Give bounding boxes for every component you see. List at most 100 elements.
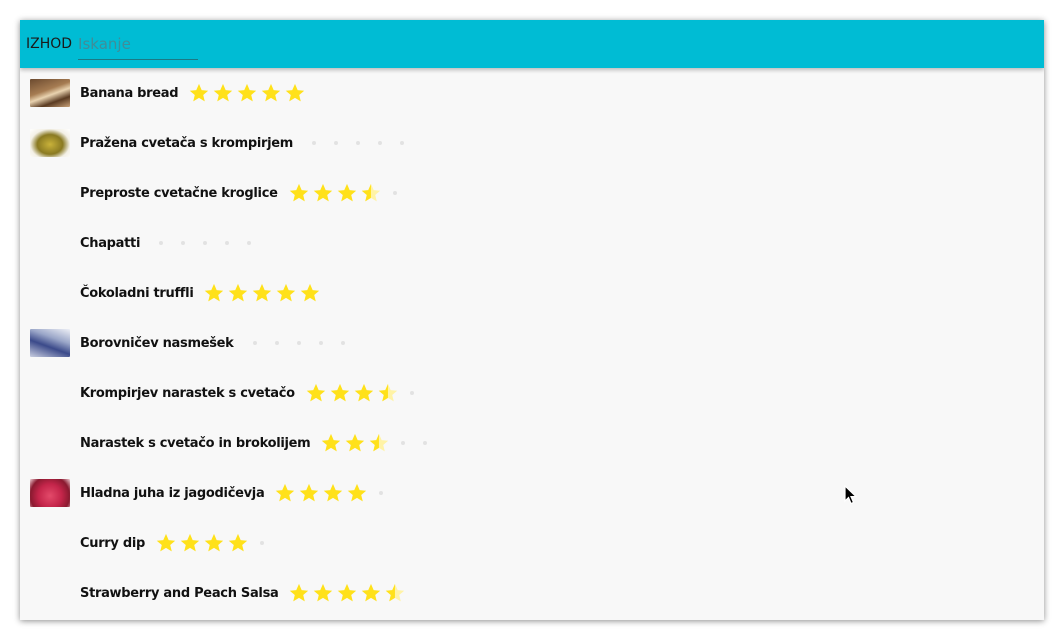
- star-full-icon: [312, 582, 334, 604]
- star-rating: [274, 482, 392, 504]
- star-rating: [203, 282, 323, 304]
- recipe-row[interactable]: Preproste cvetačne kroglice: [20, 168, 1044, 218]
- star-full-icon: [305, 382, 327, 404]
- recipe-row[interactable]: Strawberry and Peach Salsa: [20, 568, 1044, 618]
- star-empty-icon: [216, 232, 238, 254]
- star-rating: [188, 82, 308, 104]
- recipe-row[interactable]: Narastek s cvetačo in brokolijem: [20, 418, 1044, 468]
- star-full-icon: [298, 482, 320, 504]
- recipe-row[interactable]: Pražena cvetača s krompirjem: [20, 118, 1044, 168]
- recipe-name: Narastek s cvetačo in brokolijem: [80, 435, 311, 451]
- star-full-icon: [329, 382, 351, 404]
- exit-button[interactable]: IZHOD: [26, 36, 72, 52]
- recipe-name: Čokoladni truffli: [80, 285, 194, 301]
- recipe-name: Curry dip: [80, 535, 145, 551]
- star-rating: [303, 132, 413, 154]
- star-full-icon: [320, 432, 342, 454]
- star-empty-icon: [288, 332, 310, 354]
- star-empty-icon: [251, 532, 273, 554]
- star-full-icon: [288, 582, 310, 604]
- recipe-row[interactable]: Čokoladni truffli: [20, 268, 1044, 318]
- star-empty-icon: [391, 132, 413, 154]
- app-window: IZHOD Banana bread Pražena cvetača s krom…: [20, 20, 1044, 620]
- star-rating: [155, 532, 273, 554]
- recipe-row[interactable]: Krompirjev narastek s cvetačo: [20, 368, 1044, 418]
- recipe-name: Pražena cvetača s krompirjem: [80, 135, 294, 151]
- star-full-icon: [227, 532, 249, 554]
- recipe-row[interactable]: Borovničev nasmešek: [20, 318, 1044, 368]
- star-full-icon: [346, 482, 368, 504]
- star-full-icon: [251, 282, 273, 304]
- star-half-icon: [384, 582, 406, 604]
- star-full-icon: [274, 482, 296, 504]
- star-full-icon: [353, 382, 375, 404]
- star-rating: [288, 182, 406, 204]
- recipe-row[interactable]: Banana bread: [20, 68, 1044, 118]
- star-full-icon: [275, 282, 297, 304]
- star-half-icon: [377, 382, 399, 404]
- star-empty-icon: [194, 232, 216, 254]
- star-full-icon: [284, 82, 306, 104]
- star-rating: [320, 432, 436, 454]
- recipe-name-group: Narastek s cvetačo in brokolijem: [80, 432, 436, 454]
- recipe-row[interactable]: Chapatti: [20, 218, 1044, 268]
- recipe-row[interactable]: Curry dip: [20, 518, 1044, 568]
- star-empty-icon: [414, 432, 436, 454]
- star-half-icon: [368, 432, 390, 454]
- recipe-name: Banana bread: [80, 85, 179, 101]
- recipe-thumbnail: [30, 479, 70, 507]
- star-full-icon: [236, 82, 258, 104]
- star-rating: [288, 582, 408, 604]
- star-empty-icon: [244, 332, 266, 354]
- star-empty-icon: [347, 132, 369, 154]
- recipe-name: Chapatti: [80, 235, 141, 251]
- star-empty-icon: [172, 232, 194, 254]
- star-empty-icon: [266, 332, 288, 354]
- star-empty-icon: [303, 132, 325, 154]
- recipe-row[interactable]: Hladna juha iz jagodičevja: [20, 468, 1044, 518]
- recipe-name: Strawberry and Peach Salsa: [80, 585, 279, 601]
- star-empty-icon: [150, 232, 172, 254]
- search-input[interactable]: [78, 34, 199, 60]
- top-bar: IZHOD: [20, 20, 1044, 68]
- star-empty-icon: [384, 182, 406, 204]
- star-full-icon: [212, 82, 234, 104]
- star-empty-icon: [370, 482, 392, 504]
- recipe-name-group: Pražena cvetača s krompirjem: [80, 132, 413, 154]
- recipe-name-group: Banana bread: [80, 82, 308, 104]
- recipe-name-group: Borovničev nasmešek: [80, 332, 354, 354]
- recipe-name: Preproste cvetačne kroglice: [80, 185, 278, 201]
- star-full-icon: [360, 582, 382, 604]
- star-full-icon: [336, 582, 358, 604]
- star-rating: [305, 382, 423, 404]
- star-full-icon: [203, 282, 225, 304]
- star-empty-icon: [238, 232, 260, 254]
- star-rating: [244, 332, 354, 354]
- star-empty-icon: [332, 332, 354, 354]
- star-full-icon: [203, 532, 225, 554]
- star-full-icon: [260, 82, 282, 104]
- recipe-name-group: Strawberry and Peach Salsa: [80, 582, 408, 604]
- star-full-icon: [299, 282, 321, 304]
- recipe-name-group: Čokoladni truffli: [80, 282, 323, 304]
- star-empty-icon: [401, 382, 423, 404]
- star-empty-icon: [392, 432, 414, 454]
- search-field: [78, 34, 199, 60]
- star-full-icon: [312, 182, 334, 204]
- recipe-name: Krompirjev narastek s cvetačo: [80, 385, 295, 401]
- star-half-icon: [360, 182, 382, 204]
- recipe-thumbnail: [30, 329, 70, 357]
- star-full-icon: [322, 482, 344, 504]
- star-empty-icon: [325, 132, 347, 154]
- star-full-icon: [188, 82, 210, 104]
- star-full-icon: [227, 282, 249, 304]
- star-full-icon: [288, 182, 310, 204]
- recipe-name: Borovničev nasmešek: [80, 335, 234, 351]
- recipe-name-group: Hladna juha iz jagodičevja: [80, 482, 392, 504]
- star-full-icon: [179, 532, 201, 554]
- star-rating: [150, 232, 260, 254]
- recipe-thumbnail: [30, 129, 70, 157]
- mouse-cursor-icon: [844, 485, 858, 505]
- star-empty-icon: [310, 332, 332, 354]
- recipe-name-group: Preproste cvetačne kroglice: [80, 182, 406, 204]
